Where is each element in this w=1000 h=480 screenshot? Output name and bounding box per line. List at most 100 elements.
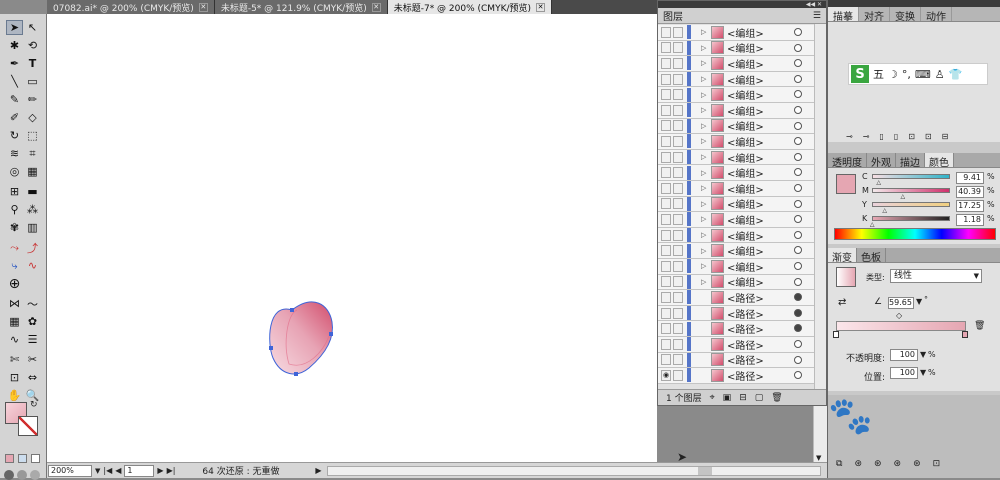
tab-stroke[interactable]: 描边: [896, 153, 925, 169]
visibility-eye-icon[interactable]: [661, 260, 671, 272]
layer-row[interactable]: <路径>: [658, 352, 814, 369]
slider-thumb-icon[interactable]: △: [870, 221, 875, 228]
lock-toggle[interactable]: [673, 213, 683, 225]
target-circle-icon[interactable]: [794, 168, 802, 177]
target-circle-icon[interactable]: [794, 246, 802, 255]
layer-name[interactable]: <编组>: [727, 87, 764, 102]
visibility-eye-icon[interactable]: [661, 276, 671, 288]
stroke-swatch[interactable]: [18, 416, 38, 436]
trace-icon-4[interactable]: ▯: [894, 132, 898, 141]
horizontal-scrollbar[interactable]: [326, 465, 821, 476]
locate-object-icon[interactable]: ⌖: [710, 393, 715, 403]
target-circle-icon[interactable]: [794, 28, 802, 36]
warp-tool-icon[interactable]: ≋: [6, 146, 23, 161]
sogou-logo-icon[interactable]: S: [851, 65, 869, 83]
visibility-eye-icon[interactable]: [661, 338, 671, 350]
scissors-tool-icon[interactable]: ✂: [24, 352, 41, 367]
type-tool-icon[interactable]: T: [24, 56, 41, 71]
layer-row[interactable]: ▷ <编组>: [658, 212, 814, 228]
layer-row[interactable]: ◉ <路径>: [658, 368, 814, 384]
hand-tool-icon[interactable]: ✋: [6, 388, 23, 403]
layer-row[interactable]: ▷ <编组>: [658, 71, 814, 88]
none-mode-icon[interactable]: [31, 454, 40, 463]
layer-name[interactable]: <编组>: [727, 134, 764, 149]
expand-arrow-icon[interactable]: ▷: [701, 200, 709, 208]
trace-icon-7[interactable]: ⊟: [942, 132, 949, 141]
fill-color-swatch[interactable]: [836, 174, 856, 194]
visibility-eye-icon[interactable]: [661, 198, 671, 210]
trace-icon-5[interactable]: ⊡: [908, 132, 915, 141]
visibility-eye-icon[interactable]: [661, 89, 671, 101]
tab-transparency[interactable]: 透明度: [828, 153, 867, 169]
shape-builder-tool-icon[interactable]: ◎: [6, 164, 23, 179]
collapse-icon[interactable]: ◀◀ ✕: [806, 1, 822, 8]
expand-arrow-icon[interactable]: ▷: [701, 75, 709, 83]
reverse-gradient-icon[interactable]: ⇄: [838, 297, 846, 308]
layer-row[interactable]: ▷ <编组>: [658, 25, 814, 41]
layer-row[interactable]: ▷ <编组>: [658, 259, 814, 275]
layer-name[interactable]: <编组>: [727, 40, 764, 55]
position-dropdown-icon[interactable]: ▼: [920, 368, 926, 377]
gradient-tool-icon[interactable]: ▬: [24, 184, 41, 199]
lock-toggle[interactable]: [673, 73, 683, 85]
visibility-eye-icon[interactable]: [661, 104, 671, 116]
document-tab-2[interactable]: 未标题-5* @ 121.9% (CMYK/预览) ✕: [214, 0, 388, 14]
layer-name[interactable]: <编组>: [727, 181, 764, 196]
slider-thumb-icon[interactable]: △: [901, 193, 906, 200]
target-circle-icon[interactable]: [794, 355, 802, 364]
tab-appearance[interactable]: 外观: [867, 153, 896, 169]
trace-icon-3[interactable]: ▯: [879, 132, 883, 141]
lock-toggle[interactable]: [673, 182, 683, 194]
layer-name[interactable]: <编组>: [727, 259, 764, 274]
prev-page-icon[interactable]: ◀: [115, 466, 121, 475]
lock-toggle[interactable]: [673, 104, 683, 116]
lock-toggle[interactable]: [673, 260, 683, 272]
layer-row[interactable]: ▷ <编组>: [658, 40, 814, 57]
gradient-ramp[interactable]: [836, 321, 966, 331]
gradient-stop-left[interactable]: [833, 331, 839, 338]
delete-stop-icon[interactable]: 🗑: [974, 321, 985, 331]
channel-slider[interactable]: [872, 216, 950, 221]
layer-name[interactable]: <编组>: [727, 103, 764, 118]
layer-row[interactable]: ▷ <编组>: [658, 103, 814, 119]
angle-dropdown-icon[interactable]: ▼: [916, 297, 922, 306]
visibility-eye-icon[interactable]: [661, 182, 671, 194]
pen-tool-icon[interactable]: ✒: [6, 56, 23, 71]
layer-row[interactable]: <路径>: [658, 305, 814, 322]
new-sublayer-icon[interactable]: ⊟: [739, 393, 747, 403]
visibility-eye-icon[interactable]: [661, 323, 671, 335]
last-page-icon[interactable]: ▶|: [167, 466, 176, 475]
layer-name[interactable]: <路径>: [727, 337, 764, 352]
lock-toggle[interactable]: [673, 42, 683, 54]
layer-name[interactable]: <路径>: [727, 368, 764, 383]
expand-arrow-icon[interactable]: ▷: [701, 44, 709, 52]
layer-name[interactable]: <路径>: [727, 306, 764, 321]
expand-arrow-icon[interactable]: ▷: [701, 28, 709, 36]
expand-arrow-icon[interactable]: ▷: [701, 122, 709, 130]
scroll-thumb[interactable]: [697, 466, 712, 475]
slider-thumb-icon[interactable]: △: [876, 179, 881, 186]
convert-anchor-icon[interactable]: ⤴: [24, 240, 41, 255]
panel-menu-icon[interactable]: ☰: [813, 11, 821, 21]
line-tool-icon[interactable]: ╲: [6, 74, 23, 89]
gradient-mode-icon[interactable]: [18, 454, 27, 463]
lock-toggle[interactable]: [673, 276, 683, 288]
target-circle-icon[interactable]: [794, 262, 802, 270]
lock-toggle[interactable]: [673, 167, 683, 179]
visibility-eye-icon[interactable]: [661, 229, 671, 241]
layer-name[interactable]: <路径>: [727, 321, 764, 336]
visibility-eye-icon[interactable]: [661, 57, 671, 69]
wave-icon[interactable]: ∿: [6, 332, 23, 347]
globe-icon[interactable]: ⊕: [6, 276, 23, 292]
visibility-eye-icon[interactable]: [661, 167, 671, 179]
target-circle-icon[interactable]: [794, 59, 802, 68]
layers-scrollbar[interactable]: [814, 24, 826, 389]
zoom-dropdown-icon[interactable]: ▼: [95, 467, 100, 475]
layer-row[interactable]: ▷ <编组>: [658, 243, 814, 259]
lock-toggle[interactable]: [673, 120, 683, 132]
close-icon[interactable]: ✕: [536, 2, 546, 12]
knife-tool-icon[interactable]: ✄: [6, 352, 23, 367]
target-circle-icon[interactable]: [794, 152, 802, 161]
target-circle-icon[interactable]: [794, 43, 802, 52]
visibility-eye-icon[interactable]: [661, 245, 671, 257]
